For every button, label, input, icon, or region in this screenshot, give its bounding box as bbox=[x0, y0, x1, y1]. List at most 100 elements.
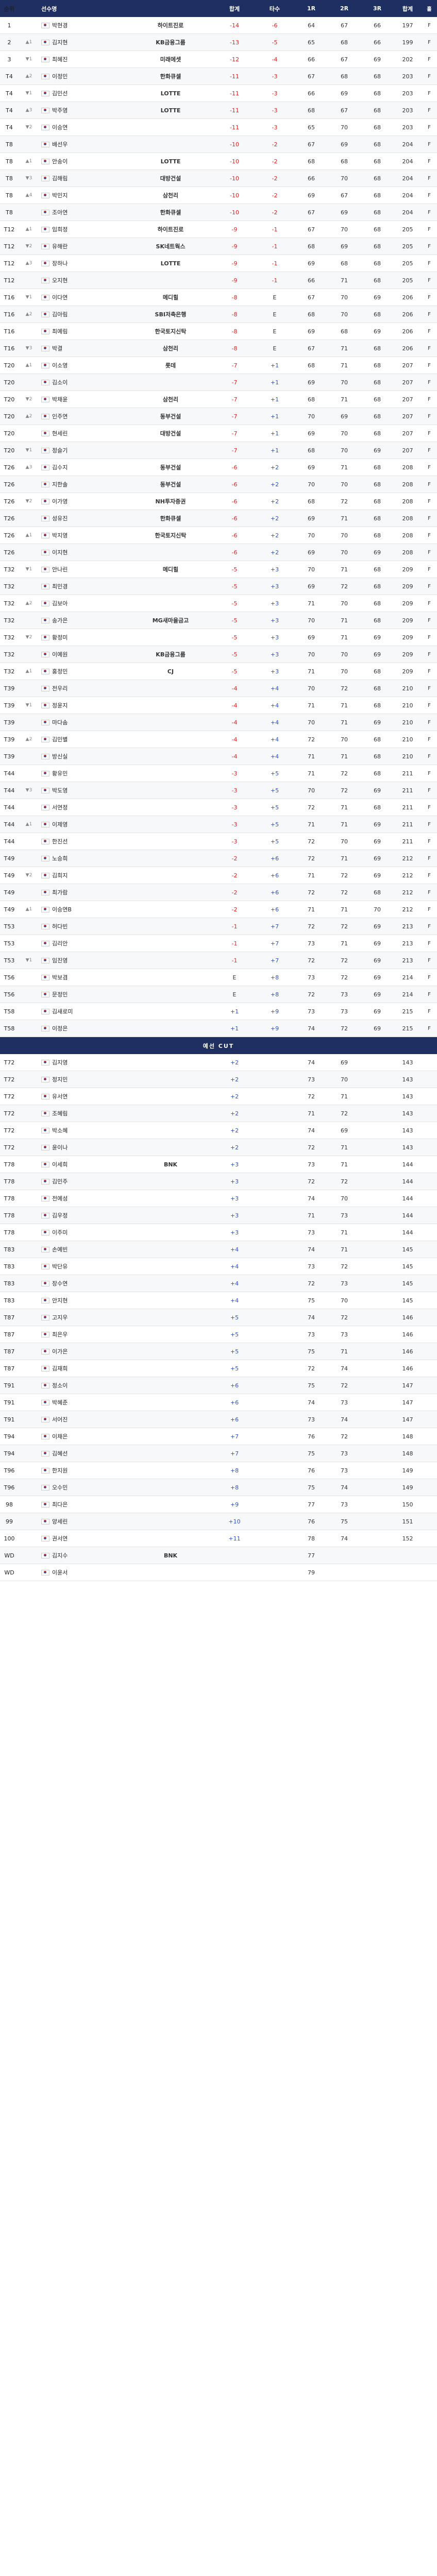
table-row[interactable]: T94 김혜선 +7 75 73 148 bbox=[0, 1445, 437, 1462]
player-name-cell[interactable]: 박보겸 bbox=[39, 973, 127, 981]
player-name-cell[interactable]: 이승연 bbox=[39, 123, 127, 131]
table-row[interactable]: T12 ▲3 장하나 LOTTE -9 -1 69 68 68 205 F bbox=[0, 255, 437, 272]
player-name[interactable]: 박단유 bbox=[52, 1262, 68, 1270]
table-row[interactable]: T83 박단유 +4 73 72 145 bbox=[0, 1258, 437, 1275]
player-name[interactable]: 안지현 bbox=[52, 1296, 68, 1304]
player-name[interactable]: 이승연 bbox=[52, 123, 68, 131]
player-name-cell[interactable]: 김재희 bbox=[39, 1364, 127, 1372]
player-name-cell[interactable]: 김보아 bbox=[39, 599, 127, 607]
table-row[interactable]: T39 ▲2 김민별 -4 +4 72 70 68 210 F bbox=[0, 731, 437, 748]
table-row[interactable]: T91 서어진 +6 73 74 147 bbox=[0, 1411, 437, 1428]
table-row[interactable]: T8 ▲4 박민지 삼천리 -10 -2 69 67 68 204 F bbox=[0, 187, 437, 204]
player-name-cell[interactable]: 유해란 bbox=[39, 242, 127, 250]
player-name[interactable]: 안나린 bbox=[52, 565, 68, 573]
table-row[interactable]: T91 정소이 +6 75 72 147 bbox=[0, 1377, 437, 1394]
player-name[interactable]: 이가은 bbox=[52, 1347, 68, 1355]
table-row[interactable]: T39 방신실 -4 +4 71 71 68 210 F bbox=[0, 748, 437, 765]
player-name[interactable]: 서어진 bbox=[52, 1415, 68, 1423]
player-name[interactable]: 박현경 bbox=[52, 21, 68, 29]
player-name[interactable]: 이다연 bbox=[52, 293, 68, 301]
player-name[interactable]: 권서연 bbox=[52, 1534, 68, 1543]
player-name[interactable]: 황정미 bbox=[52, 633, 68, 641]
table-row[interactable]: T26 성유진 한화큐셀 -6 +2 69 71 68 208 F bbox=[0, 510, 437, 527]
player-name[interactable]: 윤이나 bbox=[52, 1143, 68, 1151]
player-name-cell[interactable]: 지한솔 bbox=[39, 480, 127, 488]
player-name-cell[interactable]: 박지영 bbox=[39, 531, 127, 539]
player-name[interactable]: 김지현 bbox=[52, 38, 68, 46]
table-row[interactable]: T87 최은우 +5 73 73 146 bbox=[0, 1326, 437, 1343]
player-name[interactable]: 김지영 bbox=[52, 1058, 68, 1066]
table-row[interactable]: T8 ▲1 안송이 LOTTE -10 -2 68 68 68 204 F bbox=[0, 153, 437, 170]
player-name[interactable]: 박지영 bbox=[52, 531, 68, 539]
player-name-cell[interactable]: 오지현 bbox=[39, 276, 127, 284]
table-row[interactable]: T56 박보겸 E +8 73 72 69 214 F bbox=[0, 969, 437, 986]
table-row[interactable]: 98 최다은 +9 77 73 150 bbox=[0, 1496, 437, 1513]
player-name-cell[interactable]: 정슬기 bbox=[39, 446, 127, 454]
player-name-cell[interactable]: 김새로미 bbox=[39, 1007, 127, 1015]
player-name[interactable]: 이윤서 bbox=[52, 1568, 68, 1577]
player-name[interactable]: 홍정민 bbox=[52, 667, 68, 675]
player-name[interactable]: 조혜림 bbox=[52, 1109, 68, 1117]
table-row[interactable]: T49 ▲1 이승연B -2 +6 71 71 70 212 F bbox=[0, 901, 437, 918]
player-name[interactable]: 최민경 bbox=[52, 582, 68, 590]
table-row[interactable]: T58 김새로미 +1 +9 73 73 69 215 F bbox=[0, 1003, 437, 1020]
player-name-cell[interactable]: 김희지 bbox=[39, 871, 127, 879]
table-row[interactable]: T78 이주미 +3 73 71 144 bbox=[0, 1224, 437, 1241]
player-name-cell[interactable]: 안송이 bbox=[39, 157, 127, 165]
table-row[interactable]: T78 이세희 BNK +3 73 71 144 bbox=[0, 1156, 437, 1173]
player-name[interactable]: 김수지 bbox=[52, 463, 68, 471]
table-row[interactable]: 99 양세린 +10 76 75 151 bbox=[0, 1513, 437, 1530]
table-row[interactable]: T44 한진선 -3 +5 72 70 69 211 F bbox=[0, 833, 437, 850]
player-name-cell[interactable]: 최민경 bbox=[39, 582, 127, 590]
player-name[interactable]: 최혜진 bbox=[52, 55, 68, 63]
player-name-cell[interactable]: 이정민 bbox=[39, 72, 127, 80]
player-name[interactable]: 김민선 bbox=[52, 89, 68, 97]
player-name-cell[interactable]: 황유민 bbox=[39, 769, 127, 777]
player-name-cell[interactable]: 오수민 bbox=[39, 1483, 127, 1492]
table-row[interactable]: T20 현세린 대방건설 -7 +1 69 70 68 207 F bbox=[0, 425, 437, 442]
player-name[interactable]: 마다솜 bbox=[52, 718, 68, 726]
player-name-cell[interactable]: 조아연 bbox=[39, 208, 127, 216]
player-name-cell[interactable]: 박결 bbox=[39, 344, 127, 352]
player-name-cell[interactable]: 김민선 bbox=[39, 89, 127, 97]
table-row[interactable]: T39 ▼1 정윤지 -4 +4 71 71 68 210 F bbox=[0, 697, 437, 714]
player-name-cell[interactable]: 윤이나 bbox=[39, 1143, 127, 1151]
player-name[interactable]: 김우정 bbox=[52, 1211, 68, 1219]
player-name-cell[interactable]: 이주미 bbox=[39, 1228, 127, 1236]
player-name[interactable]: 박소혜 bbox=[52, 1126, 68, 1134]
table-row[interactable]: T72 정지민 +2 73 70 143 bbox=[0, 1071, 437, 1088]
player-name-cell[interactable]: 임희정 bbox=[39, 225, 127, 233]
table-row[interactable]: T44 ▲1 이제영 -3 +5 71 71 69 211 F bbox=[0, 816, 437, 833]
player-name[interactable]: 김지수 bbox=[52, 1551, 68, 1560]
player-name-cell[interactable]: 최예림 bbox=[39, 327, 127, 335]
table-row[interactable]: T12 ▼2 유해란 SK네트웍스 -9 -1 68 69 68 205 F bbox=[0, 238, 437, 255]
table-row[interactable]: T44 서연정 -3 +5 72 71 68 211 F bbox=[0, 799, 437, 816]
player-name-cell[interactable]: 이세희 bbox=[39, 1160, 127, 1168]
player-name[interactable]: 이채은 bbox=[52, 1432, 68, 1440]
player-name-cell[interactable]: 김지영 bbox=[39, 1058, 127, 1066]
player-name[interactable]: 이승연B bbox=[52, 905, 72, 913]
player-name[interactable]: 노승희 bbox=[52, 854, 68, 862]
player-name-cell[interactable]: 노승희 bbox=[39, 854, 127, 862]
player-name-cell[interactable]: 성유진 bbox=[39, 514, 127, 522]
player-name-cell[interactable]: 김민별 bbox=[39, 735, 127, 743]
player-name-cell[interactable]: 김혜선 bbox=[39, 1449, 127, 1458]
table-row[interactable]: T26 지한솔 동부건설 -6 +2 70 70 68 208 F bbox=[0, 476, 437, 493]
table-row[interactable]: T32 송가은 MG새마을금고 -5 +3 70 71 68 209 F bbox=[0, 612, 437, 629]
player-name[interactable]: 오지현 bbox=[52, 276, 68, 284]
player-name-cell[interactable]: 박주영 bbox=[39, 106, 127, 114]
player-name-cell[interactable]: 권서연 bbox=[39, 1534, 127, 1543]
player-name[interactable]: 김새로미 bbox=[52, 1007, 73, 1015]
player-name-cell[interactable]: 안지현 bbox=[39, 1296, 127, 1304]
player-name-cell[interactable]: 전우리 bbox=[39, 684, 127, 692]
player-name[interactable]: 최가람 bbox=[52, 888, 68, 896]
player-name-cell[interactable]: 김해림 bbox=[39, 174, 127, 182]
player-name[interactable]: 조아연 bbox=[52, 208, 68, 216]
table-row[interactable]: 3 ▼1 최혜진 미래에셋 -12 -4 66 67 69 202 F bbox=[0, 51, 437, 68]
player-name[interactable]: 전우리 bbox=[52, 684, 68, 692]
table-row[interactable]: T78 김민주 +3 72 72 144 bbox=[0, 1173, 437, 1190]
player-name-cell[interactable]: 박민지 bbox=[39, 191, 127, 199]
table-row[interactable]: T12 오지현 -9 -1 66 71 68 205 F bbox=[0, 272, 437, 289]
table-row[interactable]: T53 ▼1 임진영 -1 +7 72 72 69 213 F bbox=[0, 952, 437, 969]
player-name[interactable]: 지한솔 bbox=[52, 480, 68, 488]
